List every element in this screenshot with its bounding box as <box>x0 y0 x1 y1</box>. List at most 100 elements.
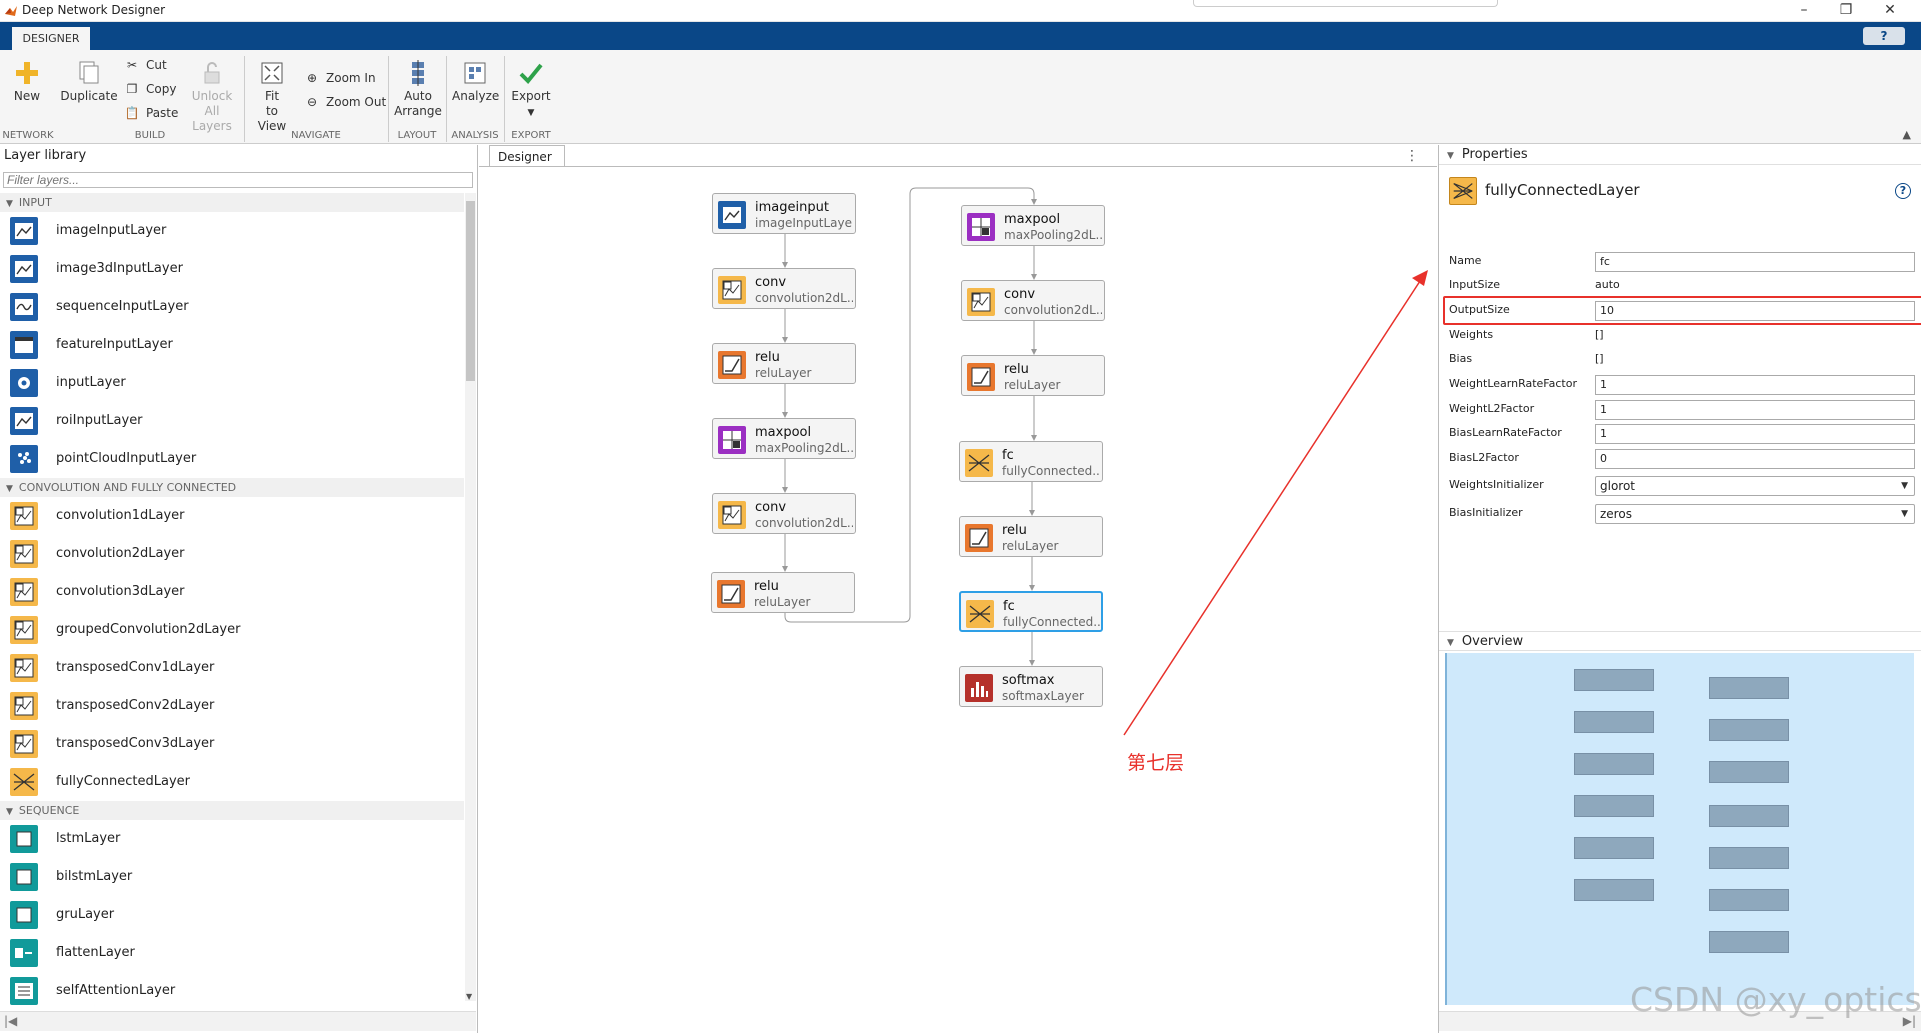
layer-node-type: softmaxLayer <box>1002 689 1084 703</box>
library-item[interactable]: convolution2dLayer <box>0 535 464 573</box>
library-item[interactable]: pointCloudInputLayer <box>0 440 464 478</box>
layer-node-name: maxpool <box>1004 212 1061 227</box>
library-item-label: flattenLayer <box>56 945 135 960</box>
library-item-label: transposedConv1dLayer <box>56 660 215 675</box>
layer-node[interactable]: fc fullyConnected... <box>959 441 1103 482</box>
scroll-down-icon[interactable]: ▼ <box>466 992 472 1001</box>
layer-node[interactable]: relu reluLayer <box>959 516 1103 557</box>
zoom-out-button[interactable]: ⊖ Zoom Out <box>304 92 386 112</box>
help-icon[interactable]: ? <box>1895 183 1911 199</box>
toolstrip: New Duplicate ✂ Cut ❐ Copy 📋 Paste Unlock Al… <box>0 50 1921 144</box>
library-item[interactable]: image3dInputLayer <box>0 250 464 288</box>
duplicate-button[interactable]: Duplicate <box>60 60 118 104</box>
library-item[interactable]: fullyConnectedLayer <box>0 763 464 801</box>
category-header[interactable]: ▼ INPUT <box>0 193 464 212</box>
overview-node <box>1709 677 1789 699</box>
library-item[interactable]: gruLayer <box>0 896 464 934</box>
close-button[interactable]: ✕ <box>1880 1 1900 19</box>
layer-node-type: reluLayer <box>1004 378 1061 392</box>
convolution-icon <box>10 654 38 682</box>
property-dropdown[interactable]: zeros ▼ <box>1595 504 1915 524</box>
library-item[interactable]: lstmLayer <box>0 820 464 858</box>
restore-button[interactable]: ❐ <box>1836 1 1856 19</box>
auto-arrange-button[interactable]: Auto Arrange <box>394 60 442 119</box>
property-input[interactable]: fc <box>1595 252 1915 272</box>
maxpool-icon <box>718 426 746 454</box>
layer-node[interactable]: maxpool maxPooling2dL... <box>712 418 856 459</box>
help-button[interactable]: ? <box>1863 27 1905 45</box>
library-item[interactable]: inputLayer <box>0 364 464 402</box>
library-item[interactable]: flattenLayer <box>0 934 464 972</box>
library-item[interactable]: bilstmLayer <box>0 858 464 896</box>
paste-button[interactable]: 📋 Paste <box>124 103 179 123</box>
library-item[interactable]: selfAttentionLayer <box>0 972 464 1009</box>
unlock-all-layers-button[interactable]: Unlock All Layers <box>184 60 240 134</box>
property-value: [] <box>1595 328 1604 341</box>
layer-node[interactable]: relu reluLayer <box>712 343 856 384</box>
properties-header[interactable]: ▼ Properties <box>1439 145 1921 165</box>
tab-designer[interactable]: DESIGNER <box>12 27 90 50</box>
layer-node-name: maxpool <box>755 425 812 440</box>
layer-node-name: relu <box>1004 362 1029 377</box>
category-header[interactable]: ▼ CONVOLUTION AND FULLY CONNECTED <box>0 478 464 497</box>
library-item[interactable]: groupedConvolution2dLayer <box>0 611 464 649</box>
fit-to-view-button[interactable]: Fit to View <box>250 60 294 134</box>
cut-button[interactable]: ✂ Cut <box>124 55 167 75</box>
property-input[interactable]: 1 <box>1595 375 1915 395</box>
filter-layers-input[interactable] <box>3 172 473 188</box>
library-item[interactable]: featureInputLayer <box>0 326 464 364</box>
new-button[interactable]: New <box>8 60 46 104</box>
relu-icon <box>718 351 746 379</box>
library-item[interactable]: transposedConv3dLayer <box>0 725 464 763</box>
library-item-label: gruLayer <box>56 907 115 922</box>
search-box[interactable] <box>1193 0 1498 7</box>
library-item[interactable]: transposedConv1dLayer <box>0 649 464 687</box>
scrollbar-thumb[interactable] <box>466 201 475 381</box>
library-item[interactable]: convolution3dLayer <box>0 573 464 611</box>
library-item[interactable]: imageInputLayer <box>0 212 464 250</box>
analyze-label: Analyze <box>452 89 500 103</box>
library-item-label: image3dInputLayer <box>56 261 183 276</box>
layer-node-type: imageInputLayer <box>755 216 853 230</box>
overview-header[interactable]: ▼ Overview <box>1439 631 1921 651</box>
minimize-button[interactable]: – <box>1794 1 1814 19</box>
layer-library-title: Layer library <box>4 148 87 163</box>
layer-node-name: conv <box>1004 287 1036 302</box>
layer-node[interactable]: conv convolution2dL... <box>712 268 856 309</box>
scroll-left-icon[interactable]: |◀ <box>4 1014 17 1028</box>
property-dropdown[interactable]: glorot ▼ <box>1595 476 1915 496</box>
overview-node <box>1709 931 1789 953</box>
property-input[interactable]: 1 <box>1595 400 1915 420</box>
zoom-in-button[interactable]: ⊕ Zoom In <box>304 68 376 88</box>
layer-node[interactable]: maxpool maxPooling2dL... <box>961 205 1105 246</box>
library-horizontal-scrollbar[interactable]: |◀ <box>0 1011 476 1031</box>
library-vertical-scrollbar[interactable]: ▼ <box>465 193 476 1001</box>
copy-button[interactable]: ❐ Copy <box>124 79 177 99</box>
lstm-icon <box>10 901 38 929</box>
library-item[interactable]: roiInputLayer <box>0 402 464 440</box>
library-item[interactable]: transposedConv2dLayer <box>0 687 464 725</box>
layer-node[interactable]: fc fullyConnected... <box>959 591 1103 632</box>
export-button[interactable]: Export ▼ <box>510 60 552 121</box>
collapse-toolstrip-icon[interactable]: ▲ <box>1903 128 1911 141</box>
library-item[interactable]: sequenceInputLayer <box>0 288 464 326</box>
property-input[interactable]: 0 <box>1595 449 1915 469</box>
layer-node[interactable]: relu reluLayer <box>711 572 855 613</box>
layer-node[interactable]: conv convolution2dL... <box>961 280 1105 321</box>
property-input[interactable]: 10 <box>1595 301 1915 321</box>
category-header[interactable]: ▼ SEQUENCE <box>0 801 464 820</box>
paste-icon: 📋 <box>124 106 140 120</box>
layer-node[interactable]: imageinput imageInputLayer <box>712 193 856 234</box>
overview-node <box>1574 711 1654 733</box>
layer-node[interactable]: conv convolution2dL... <box>712 493 856 534</box>
property-input[interactable]: 1 <box>1595 424 1915 444</box>
property-row: Weights [] <box>1449 324 1909 348</box>
library-item[interactable]: convolution1dLayer <box>0 497 464 535</box>
layer-node[interactable]: relu reluLayer <box>961 355 1105 396</box>
layer-node[interactable]: softmax softmaxLayer <box>959 666 1103 707</box>
overview-minimap[interactable] <box>1445 653 1914 1005</box>
feature-input-icon <box>10 331 38 359</box>
category-label: CONVOLUTION AND FULLY CONNECTED <box>18 481 237 494</box>
analyze-button[interactable]: Analyze <box>452 60 500 104</box>
overview-node <box>1574 669 1654 691</box>
